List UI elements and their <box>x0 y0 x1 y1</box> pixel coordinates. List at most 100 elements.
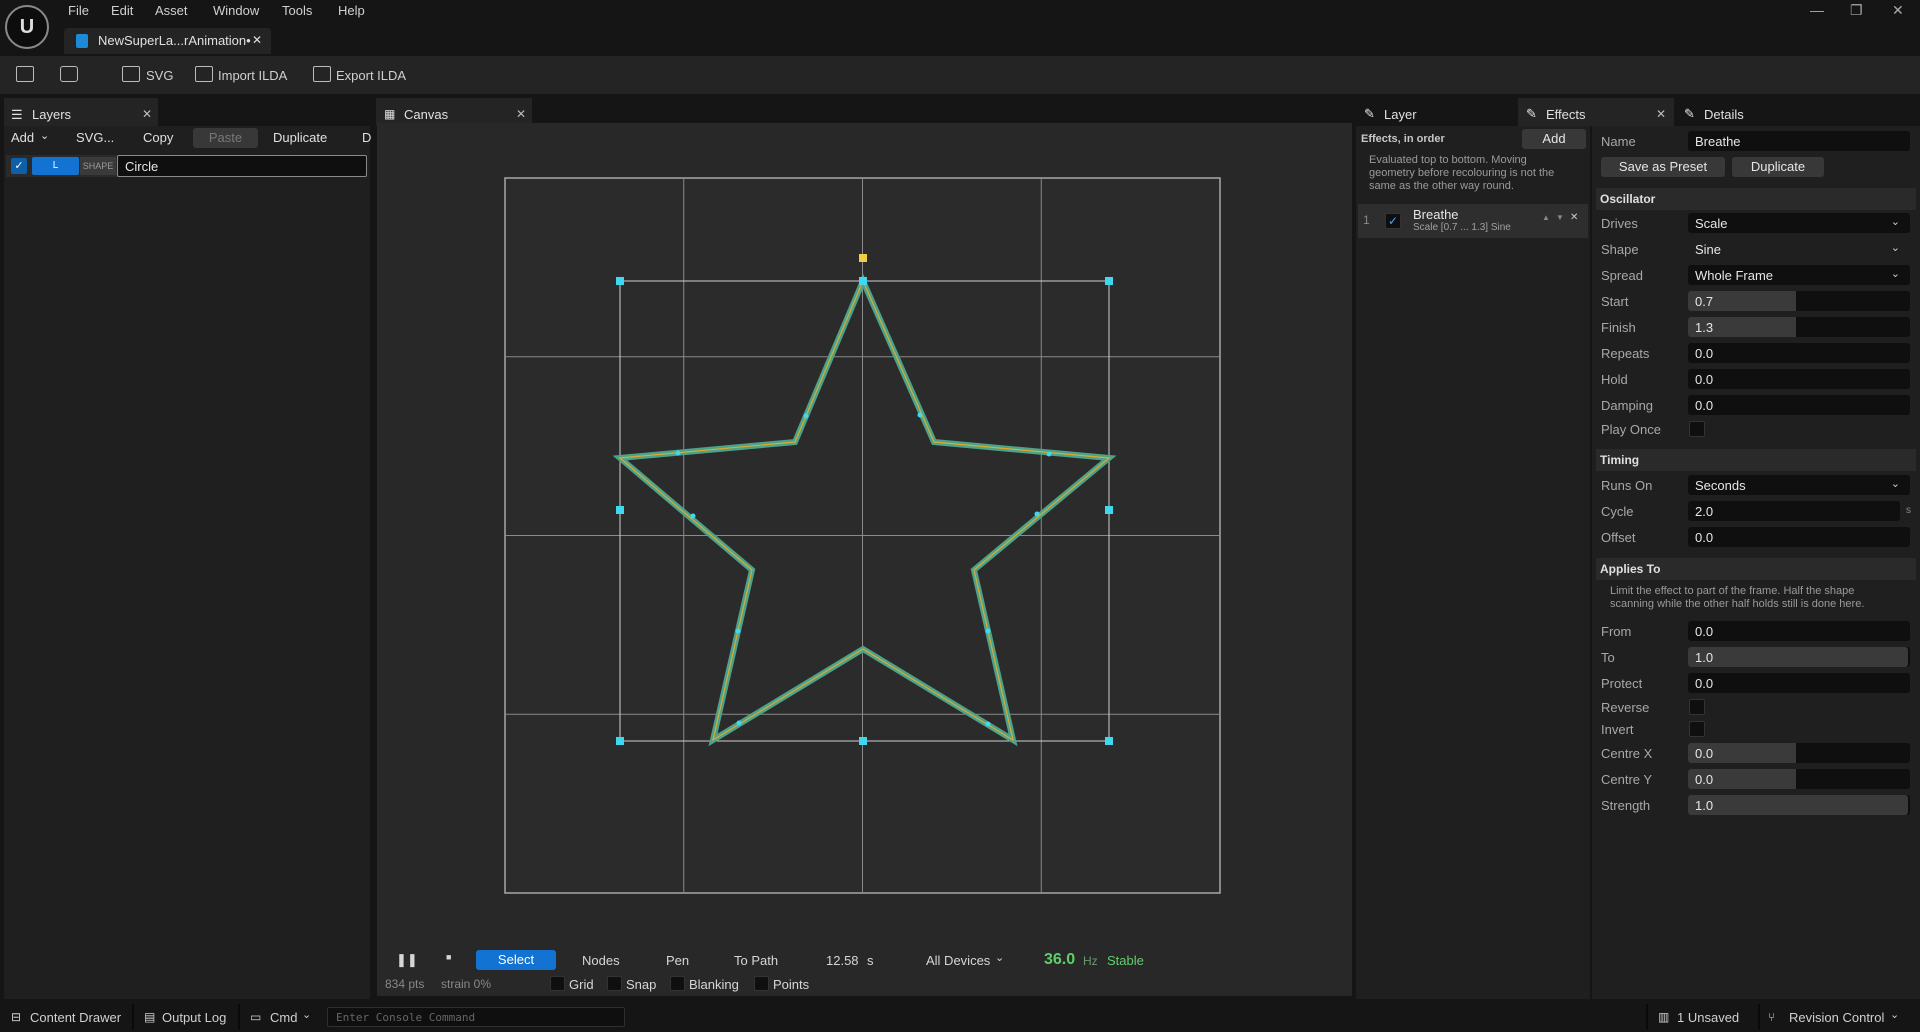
paste-button[interactable]: Paste <box>193 128 258 148</box>
centre-y-slider[interactable]: 0.0 <box>1688 769 1910 789</box>
save-icon[interactable] <box>16 66 34 82</box>
menu-edit[interactable]: Edit <box>111 3 133 18</box>
unreal-logo[interactable]: U <box>5 5 49 49</box>
layer-name-input[interactable]: Circle <box>117 155 367 177</box>
from-input[interactable]: 0.0 <box>1688 621 1910 641</box>
menu-file[interactable]: File <box>68 3 89 18</box>
browse-icon[interactable] <box>60 66 78 82</box>
to-slider[interactable]: 1.0 <box>1688 647 1910 667</box>
menu-help[interactable]: Help <box>338 3 365 18</box>
overflow-button[interactable]: D <box>362 130 371 145</box>
document-tab-label: NewSuperLa...rAnimation• <box>98 33 251 48</box>
time-readout: 12.58 <box>826 953 859 968</box>
close-icon[interactable]: ✕ <box>1656 107 1666 121</box>
import-svg-icon[interactable] <box>122 66 140 82</box>
import-ilda-button[interactable]: Import ILDA <box>218 68 287 83</box>
add-effect-button[interactable]: Add <box>1522 129 1586 149</box>
copy-button[interactable]: Copy <box>143 130 173 145</box>
centre-x-slider[interactable]: 0.0 <box>1688 743 1910 763</box>
close-icon[interactable]: ✕ <box>516 107 526 121</box>
timing-section-header[interactable]: Timing <box>1596 449 1916 471</box>
offset-label: Offset <box>1601 530 1636 545</box>
reverse-checkbox[interactable] <box>1689 699 1705 715</box>
drives-value: Scale <box>1695 216 1728 231</box>
tab-layers[interactable]: ☰ Layers ✕ <box>4 98 158 126</box>
menu-tools[interactable]: Tools <box>282 3 312 18</box>
console-command-input[interactable]: Enter Console Command <box>327 1007 625 1027</box>
chevron-down-icon: ⌄ <box>302 1009 312 1021</box>
repeats-input[interactable]: 0.0 <box>1688 343 1910 363</box>
finish-slider[interactable]: 1.3 <box>1688 317 1910 337</box>
tab-canvas[interactable]: ▦ Canvas ✕ <box>376 98 532 126</box>
hold-input[interactable]: 0.0 <box>1688 369 1910 389</box>
revision-control-button[interactable]: Revision Control <box>1789 1010 1884 1025</box>
protect-input[interactable]: 0.0 <box>1688 673 1910 693</box>
start-slider[interactable]: 0.7 <box>1688 291 1910 311</box>
cycle-input[interactable]: 2.0 <box>1688 501 1900 521</box>
centre-y-label: Centre Y <box>1601 772 1653 787</box>
drives-select[interactable]: Scale ⌄ <box>1688 213 1910 233</box>
oscillator-section-header[interactable]: Oscillator <box>1596 188 1916 210</box>
shape-select[interactable]: Sine ⌄ <box>1688 239 1910 259</box>
snap-label: Snap <box>626 977 657 992</box>
nodes-tool-button[interactable]: Nodes <box>582 953 620 968</box>
snap-checkbox[interactable] <box>607 976 622 991</box>
spread-select[interactable]: Whole Frame ⌄ <box>1688 265 1910 285</box>
layer-visible-checkbox[interactable]: ✓ <box>11 158 27 174</box>
close-icon[interactable]: ✕ <box>252 33 262 47</box>
output-log-button[interactable]: Output Log <box>162 1010 226 1025</box>
export-ilda-button[interactable]: Export ILDA <box>336 68 406 83</box>
runs-on-select[interactable]: Seconds ⌄ <box>1688 475 1910 495</box>
close-window-icon[interactable]: ✕ <box>1892 2 1904 19</box>
layer-row[interactable]: ✓ L SHAPE Circle <box>6 155 367 177</box>
tab-details[interactable]: ✎ Details <box>1676 98 1920 126</box>
invert-checkbox[interactable] <box>1689 721 1705 737</box>
effect-list-item[interactable]: 1 ✓ Breathe Scale [0.7 ... 1.3] Sine ▲ ▼… <box>1358 204 1588 238</box>
applies-to-section-header[interactable]: Applies To <box>1596 558 1916 580</box>
from-label: From <box>1601 624 1632 639</box>
move-up-icon[interactable]: ▲ <box>1542 213 1550 222</box>
svg-button[interactable]: SVG <box>146 68 173 83</box>
tab-effects[interactable]: ✎ Effects ✕ <box>1518 98 1674 126</box>
pause-icon[interactable]: ❚❚ <box>396 952 418 968</box>
menu-window[interactable]: Window <box>213 3 259 18</box>
damping-input[interactable]: 0.0 <box>1688 395 1910 415</box>
unsaved-button[interactable]: 1 Unsaved <box>1677 1010 1739 1025</box>
pen-tool-button[interactable]: Pen <box>666 953 689 968</box>
close-icon[interactable]: ✕ <box>142 107 152 121</box>
remove-effect-icon[interactable]: ✕ <box>1570 212 1578 223</box>
offset-input[interactable]: 0.0 <box>1688 527 1910 547</box>
chevron-down-icon: ⌄ <box>1890 1009 1900 1021</box>
play-once-checkbox[interactable] <box>1689 421 1705 437</box>
duplicate-button[interactable]: Duplicate <box>273 130 327 145</box>
cmd-dropdown[interactable]: Cmd <box>270 1010 297 1025</box>
document-tab[interactable]: NewSuperLa...rAnimation• ✕ <box>64 28 271 54</box>
grid-checkbox[interactable] <box>550 976 565 991</box>
points-checkbox[interactable] <box>754 976 769 991</box>
to-path-button[interactable]: To Path <box>734 953 778 968</box>
svg-import-button[interactable]: SVG... <box>76 130 114 145</box>
finish-label: Finish <box>1601 320 1636 335</box>
effect-name-input[interactable]: Breathe <box>1688 131 1910 151</box>
duplicate-effect-button[interactable]: Duplicate <box>1732 157 1824 177</box>
devices-dropdown[interactable]: All Devices <box>926 953 990 968</box>
canvas-viewport[interactable] <box>377 123 1352 996</box>
effect-enabled-checkbox[interactable]: ✓ <box>1385 213 1401 229</box>
strength-slider[interactable]: 1.0 <box>1688 795 1910 815</box>
tab-layer[interactable]: ✎ Layer <box>1356 98 1516 126</box>
save-as-preset-button[interactable]: Save as Preset <box>1601 157 1725 177</box>
content-drawer-button[interactable]: Content Drawer <box>30 1010 121 1025</box>
unsaved-icon: ▥ <box>1658 1010 1670 1024</box>
divider <box>132 1004 134 1030</box>
export-ilda-icon[interactable] <box>313 66 331 82</box>
move-down-icon[interactable]: ▼ <box>1556 213 1564 222</box>
minimize-icon[interactable]: — <box>1810 2 1824 18</box>
import-ilda-icon[interactable] <box>195 66 213 82</box>
stop-icon[interactable]: ■ <box>446 952 451 962</box>
blanking-checkbox[interactable] <box>670 976 685 991</box>
restore-icon[interactable]: ❐ <box>1850 2 1863 19</box>
select-tool-button[interactable]: Select <box>476 950 556 970</box>
add-dropdown[interactable]: Add <box>11 130 34 145</box>
canvas-drawing[interactable] <box>377 123 1352 996</box>
menu-asset[interactable]: Asset <box>155 3 188 18</box>
